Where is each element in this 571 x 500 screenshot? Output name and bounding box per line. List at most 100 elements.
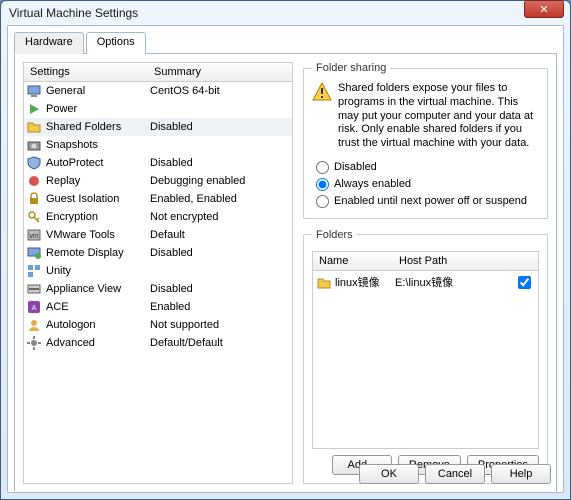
setting-name: General	[46, 85, 150, 97]
folder-row[interactable]: linux镜像E:\linux镜像	[313, 271, 538, 294]
remote-icon	[26, 246, 42, 260]
radio-disabled-input[interactable]	[316, 161, 329, 174]
col-settings: Settings	[24, 63, 148, 81]
setting-row-snapshots[interactable]: Snapshots	[24, 136, 292, 154]
setting-name: Remote Display	[46, 247, 150, 259]
folder-enabled-checkbox[interactable]	[518, 276, 531, 289]
camera-icon	[26, 138, 42, 152]
tools-icon: vm	[26, 228, 42, 242]
record-icon	[26, 174, 42, 188]
folder-sharing-group: Folder sharing Shared folders expose you…	[303, 62, 548, 219]
warning-text: Shared folders expose your files to prog…	[338, 82, 539, 151]
help-button[interactable]: Help	[491, 464, 551, 484]
folders-rows: linux镜像E:\linux镜像	[313, 271, 538, 294]
setting-name: Encryption	[46, 211, 150, 223]
folder-icon	[317, 276, 331, 288]
setting-row-advanced[interactable]: AdvancedDefault/Default	[24, 334, 292, 352]
setting-name: Power	[46, 103, 150, 115]
setting-row-appliance-view[interactable]: Appliance ViewDisabled	[24, 280, 292, 298]
setting-row-vmware-tools[interactable]: vm VMware ToolsDefault	[24, 226, 292, 244]
setting-name: Advanced	[46, 337, 150, 349]
folders-header: Name Host Path	[313, 252, 538, 271]
setting-summary: CentOS 64-bit	[150, 85, 290, 97]
shield-icon	[26, 156, 42, 170]
content: Hardware Options Settings Summary Genera…	[7, 25, 564, 493]
warning-icon	[312, 82, 332, 102]
ok-button[interactable]: OK	[359, 464, 419, 484]
setting-summary: Enabled, Enabled	[150, 193, 290, 205]
cancel-button[interactable]: Cancel	[425, 464, 485, 484]
radio-always[interactable]: Always enabled	[312, 176, 539, 193]
titlebar: Virtual Machine Settings ✕	[1, 1, 570, 25]
setting-name: Guest Isolation	[46, 193, 150, 205]
col-summary: Summary	[148, 63, 292, 81]
setting-summary: Disabled	[150, 121, 290, 133]
svg-text:vm: vm	[29, 233, 39, 240]
setting-name: Appliance View	[46, 283, 150, 295]
close-button[interactable]: ✕	[524, 0, 564, 18]
setting-name: AutoProtect	[46, 157, 150, 169]
setting-summary: Default/Default	[150, 337, 290, 349]
setting-name: ACE	[46, 301, 150, 313]
svg-text:A: A	[32, 305, 37, 312]
key-icon	[26, 210, 42, 224]
options-panel: Settings Summary GeneralCentOS 64-bitPow…	[14, 53, 557, 493]
tab-options[interactable]: Options	[86, 32, 146, 54]
folder-sharing-legend: Folder sharing	[312, 62, 390, 74]
radio-always-input[interactable]	[316, 178, 329, 191]
tabstrip: Hardware Options	[14, 32, 557, 54]
setting-row-power[interactable]: Power	[24, 100, 292, 118]
folder-name: linux镜像	[335, 274, 395, 290]
fcol-name: Name	[313, 252, 393, 270]
gear-icon	[26, 336, 42, 350]
settings-header: Settings Summary	[24, 63, 292, 82]
setting-row-replay[interactable]: ReplayDebugging enabled	[24, 172, 292, 190]
settings-rows: GeneralCentOS 64-bitPowerShared FoldersD…	[24, 82, 292, 483]
folder-icon	[26, 120, 42, 134]
setting-name: Shared Folders	[46, 121, 150, 133]
folder-host: E:\linux镜像	[395, 274, 514, 290]
setting-summary: Not encrypted	[150, 211, 290, 223]
setting-name: Autologon	[46, 319, 150, 331]
lock-icon	[26, 192, 42, 206]
setting-summary: Debugging enabled	[150, 175, 290, 187]
window: Virtual Machine Settings ✕ Hardware Opti…	[0, 0, 571, 500]
setting-row-guest-isolation[interactable]: Guest IsolationEnabled, Enabled	[24, 190, 292, 208]
setting-name: Snapshots	[46, 139, 150, 151]
radio-until[interactable]: Enabled until next power off or suspend	[312, 193, 539, 210]
ace-icon: A	[26, 300, 42, 314]
setting-row-autoprotect[interactable]: AutoProtectDisabled	[24, 154, 292, 172]
settings-list: Settings Summary GeneralCentOS 64-bitPow…	[23, 62, 293, 484]
setting-row-encryption[interactable]: EncryptionNot encrypted	[24, 208, 292, 226]
setting-row-autologon[interactable]: AutologonNot supported	[24, 316, 292, 334]
setting-summary: Not supported	[150, 319, 290, 331]
warning: Shared folders expose your files to prog…	[312, 82, 539, 151]
window-title: Virtual Machine Settings	[9, 6, 562, 20]
setting-summary: Enabled	[150, 301, 290, 313]
setting-summary: Disabled	[150, 157, 290, 169]
setting-name: Replay	[46, 175, 150, 187]
setting-row-shared-folders[interactable]: Shared FoldersDisabled	[24, 118, 292, 136]
folders-group: Folders Name Host Path linux镜像E:\linux镜像…	[303, 229, 548, 484]
setting-row-remote-display[interactable]: Remote DisplayDisabled	[24, 244, 292, 262]
setting-name: VMware Tools	[46, 229, 150, 241]
setting-row-unity[interactable]: Unity	[24, 262, 292, 280]
setting-row-general[interactable]: GeneralCentOS 64-bit	[24, 82, 292, 100]
radio-until-input[interactable]	[316, 195, 329, 208]
setting-summary: Default	[150, 229, 290, 241]
folders-legend: Folders	[312, 229, 357, 241]
user-icon	[26, 318, 42, 332]
setting-row-ace[interactable]: A ACEEnabled	[24, 298, 292, 316]
folders-list: Name Host Path linux镜像E:\linux镜像	[312, 251, 539, 449]
play-icon	[26, 102, 42, 116]
fcol-host: Host Path	[393, 252, 514, 270]
radio-disabled[interactable]: Disabled	[312, 159, 539, 176]
appliance-icon	[26, 282, 42, 296]
setting-name: Unity	[46, 265, 150, 277]
setting-summary: Disabled	[150, 247, 290, 259]
unity-icon	[26, 264, 42, 278]
monitor-icon	[26, 84, 42, 98]
tab-hardware[interactable]: Hardware	[14, 32, 84, 54]
right-pane: Folder sharing Shared folders expose you…	[303, 62, 548, 484]
dialog-buttons: OK Cancel Help	[359, 464, 551, 484]
